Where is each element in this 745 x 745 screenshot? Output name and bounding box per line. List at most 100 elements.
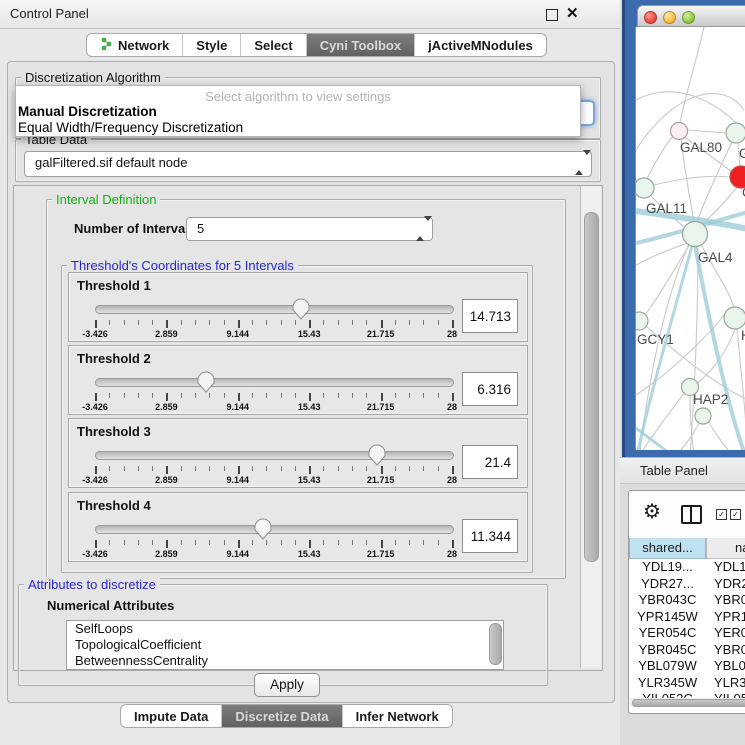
tab-style[interactable]: Style	[183, 34, 241, 56]
threshold-label: Threshold 3	[77, 424, 151, 439]
threshold-value-field[interactable]: 21.4	[462, 445, 518, 479]
tab-infer-network[interactable]: Infer Network	[343, 705, 452, 727]
slider-minor-tick	[152, 393, 153, 398]
tab-discretize-data[interactable]: Discretize Data	[222, 705, 342, 727]
network-node-gal4[interactable]	[683, 222, 708, 247]
cell-name[interactable]: YPR145W	[706, 609, 745, 626]
threshold-value-field[interactable]: 11.344	[462, 519, 518, 553]
apply-button[interactable]: Apply	[254, 673, 320, 697]
attributes-list-scrollbar[interactable]	[489, 623, 502, 665]
network-node-gal11[interactable]	[636, 178, 654, 198]
network-node-h[interactable]	[724, 307, 745, 329]
slider-handle[interactable]	[368, 444, 386, 466]
cell-name[interactable]: YBR043C	[706, 592, 745, 609]
slider-handle[interactable]	[292, 298, 310, 320]
tab-cyni-toolbox[interactable]: Cyni Toolbox	[307, 34, 415, 56]
table-row[interactable]: YBR045CYBR045C	[629, 642, 745, 659]
slider-track[interactable]	[95, 305, 454, 314]
slider-minor-tick	[281, 466, 282, 471]
slider-track[interactable]	[95, 378, 454, 387]
dropdown-option-manual-discretization[interactable]: Manual Discretization	[16, 104, 580, 120]
float-window-icon[interactable]	[546, 9, 558, 21]
network-window-titlebar[interactable]	[637, 5, 745, 27]
window-close-button[interactable]	[644, 11, 657, 24]
network-node-gcy1[interactable]	[636, 312, 648, 330]
table-row[interactable]: YER054CYER054C	[629, 625, 745, 642]
numerical-attributes-list[interactable]: SelfLoopsTopologicalCoefficientBetweenne…	[66, 620, 504, 670]
table-row[interactable]: YLR345WYLR345W	[629, 675, 745, 692]
cell-name[interactable]: YDL19...	[706, 559, 745, 576]
columns-icon[interactable]	[681, 505, 702, 524]
close-icon[interactable]: ✕	[566, 4, 579, 22]
slider-track[interactable]	[95, 451, 454, 460]
table-row[interactable]: YBR043CYBR043C	[629, 592, 745, 609]
table-row[interactable]: YBL079WYBL079W	[629, 658, 745, 675]
window-zoom-button[interactable]	[682, 11, 695, 24]
window-minimize-button[interactable]	[663, 11, 676, 24]
cell-name[interactable]: YLR345W	[706, 675, 745, 692]
slider-major-tick	[452, 320, 454, 328]
attribute-list-item-betweennesscentrality[interactable]: BetweennessCentrality	[67, 653, 503, 669]
network-node-top-right[interactable]	[726, 123, 745, 143]
cell-name[interactable]: YBR045C	[706, 642, 745, 659]
attribute-list-item-topologicalcoefficient[interactable]: TopologicalCoefficient	[67, 637, 503, 653]
table-data-combobox[interactable]: galFiltered.sif default node	[24, 151, 592, 177]
table-row[interactable]: YDR27...YDR27...	[629, 576, 745, 593]
cell-shared-name[interactable]: YDL19...	[629, 559, 706, 576]
cell-shared-name[interactable]: YLR345W	[629, 675, 706, 692]
threshold-value-field[interactable]: 14.713	[462, 299, 518, 333]
scrollbar-thumb[interactable]	[584, 212, 599, 562]
network-node-bottom[interactable]	[695, 408, 711, 424]
slider-minor-tick	[224, 540, 225, 545]
cell-shared-name[interactable]: YER054C	[629, 625, 706, 642]
network-view-frame: GAL80 GA GAL11 C GAL4 GCY1 H HAP2	[622, 0, 745, 457]
interval-definition-group: Interval Definition Number of Intervals …	[46, 199, 566, 579]
cell-shared-name[interactable]: YBR043C	[629, 592, 706, 609]
slider-minor-tick	[395, 466, 396, 471]
network-canvas[interactable]: GAL80 GA GAL11 C GAL4 GCY1 H HAP2	[635, 27, 745, 450]
slider-minor-tick	[281, 393, 282, 398]
panel-vertical-scrollbar[interactable]	[580, 186, 601, 668]
threshold-value-field[interactable]: 6.316	[462, 372, 518, 406]
cell-name[interactable]: YER054C	[706, 625, 745, 642]
column-header-shared-name[interactable]: shared...	[629, 538, 706, 559]
column-header-name[interactable]: name	[706, 538, 745, 559]
cell-shared-name[interactable]: YIL052C	[629, 691, 706, 698]
cell-shared-name[interactable]: YDR27...	[629, 576, 706, 593]
cell-shared-name[interactable]: YBL079W	[629, 658, 706, 675]
slider-major-tick	[238, 393, 240, 401]
slider-handle[interactable]	[197, 371, 215, 393]
tab-network[interactable]: Network	[87, 34, 183, 56]
table-horizontal-scrollbar[interactable]	[630, 698, 745, 707]
table-row[interactable]: YDL19...YDL19...	[629, 559, 745, 576]
tab-impute-data[interactable]: Impute Data	[121, 705, 222, 727]
table-data-group: Table Data galFiltered.sif default node	[15, 139, 601, 182]
cell-shared-name[interactable]: YPR145W	[629, 609, 706, 626]
table-toolbar: ⚙ ✓ ✓	[629, 491, 745, 539]
table-row[interactable]: YIL052CYIL052C	[629, 691, 745, 698]
gear-icon[interactable]: ⚙	[643, 502, 661, 522]
checkbox-icon[interactable]: ✓	[716, 509, 727, 520]
tab-select[interactable]: Select	[241, 34, 306, 56]
cell-name[interactable]: YBL079W	[706, 658, 745, 675]
control-panel: Control Panel ✕ NetworkStyleSelectCyni T…	[0, 0, 620, 745]
slider-handle[interactable]	[254, 518, 272, 540]
tab-label: Impute Data	[134, 709, 208, 724]
node-label-partial-h: H	[741, 328, 745, 343]
checkbox-icon[interactable]: ✓	[730, 509, 741, 520]
attribute-list-item-selfloops[interactable]: SelfLoops	[67, 621, 503, 637]
slider-track[interactable]	[95, 525, 454, 534]
network-node-gal80[interactable]	[671, 123, 688, 140]
scrollbar-thumb[interactable]	[632, 699, 745, 707]
algorithm-placeholder-option[interactable]: Select algorithm to view settings	[16, 86, 580, 104]
cell-shared-name[interactable]: YBR045C	[629, 642, 706, 659]
cell-name[interactable]: YIL052C	[706, 691, 745, 698]
dropdown-option-equal-width-frequency-discretization[interactable]: Equal Width/Frequency Discretization	[16, 120, 580, 136]
cell-name[interactable]: YDR27...	[706, 576, 745, 593]
table-row[interactable]: YPR145WYPR145W	[629, 609, 745, 626]
number-of-intervals-combobox[interactable]: 5	[186, 217, 433, 241]
tab-jactivemnodules[interactable]: jActiveMNodules	[415, 34, 546, 56]
slider-minor-tick	[252, 540, 253, 545]
table-data-value: galFiltered.sif default node	[35, 155, 187, 170]
tab-label: Style	[196, 38, 227, 53]
